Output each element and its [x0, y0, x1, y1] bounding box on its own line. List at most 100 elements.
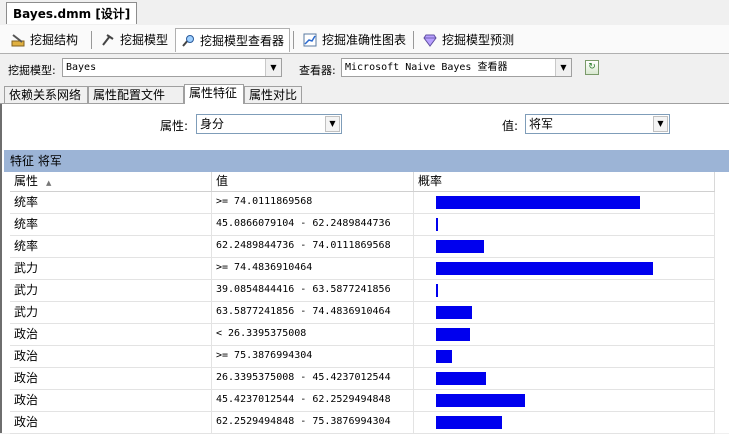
subtab-attribute-profiles[interactable]: 属性配置文件 [88, 86, 184, 103]
prediction-gem-icon [423, 34, 437, 47]
row-attribute: 政治 [10, 324, 212, 345]
row-attribute: 政治 [10, 368, 212, 389]
chevron-down-icon: ▼ [653, 116, 668, 132]
table-row[interactable]: 武力 63.5877241856 - 74.4836910464 [10, 302, 715, 324]
probability-bar [436, 240, 484, 253]
probability-bar [436, 416, 502, 429]
row-attribute: 统率 [10, 214, 212, 235]
row-value: 63.5877241856 - 74.4836910464 [212, 302, 414, 323]
row-probability [414, 368, 715, 389]
row-probability [414, 236, 715, 257]
table-row[interactable]: 统率 45.0866079104 - 62.2489844736 [10, 214, 715, 236]
table-row[interactable]: 政治 45.4237012544 - 62.2529494848 [10, 390, 715, 412]
characteristics-header: 特征 将军 [4, 150, 729, 172]
probability-bar [436, 394, 525, 407]
row-probability [414, 390, 715, 411]
tab-label: 挖掘模型 [120, 33, 169, 47]
characteristics-pane: 属性: 身分 ▼ 值: 将军 ▼ 特征 将军 属性 ▲ 值 概率 统率 >= 74.… [0, 104, 729, 434]
tab-accuracy-chart[interactable]: 挖掘准确性图表 [293, 28, 413, 52]
tab-mining-model-viewer[interactable]: 挖掘模型查看器 [175, 28, 290, 52]
attribute-select[interactable]: 身分 ▼ [196, 114, 342, 134]
viewer-select[interactable]: Microsoft Naive Bayes 查看器 ▼ [341, 58, 572, 77]
table-row[interactable]: 武力 >= 74.4836910464 [10, 258, 715, 280]
tab-label: 挖掘模型查看器 [200, 34, 285, 48]
table-row[interactable]: 政治 < 26.3395375008 [10, 324, 715, 346]
row-value: 62.2529494848 - 75.3876994304 [212, 412, 414, 433]
row-attribute: 武力 [10, 258, 212, 279]
value-select[interactable]: 将军 ▼ [525, 114, 670, 134]
probability-bar [436, 262, 653, 275]
designer-tab-bar: 挖掘结构 挖掘模型 挖掘模型查看器 挖掘准确性图表 挖掘模型预测 [0, 25, 729, 54]
subtab-attribute-characteristics[interactable]: 属性特征 [184, 84, 244, 104]
column-header-value[interactable]: 值 [212, 172, 414, 191]
probability-bar [436, 196, 640, 209]
column-header-label: 属性 [14, 174, 39, 188]
probability-bar [436, 372, 486, 385]
row-value: >= 74.0111869568 [212, 192, 414, 213]
table-row[interactable]: 统率 >= 74.0111869568 [10, 192, 715, 214]
row-attribute: 政治 [10, 346, 212, 367]
row-attribute: 统率 [10, 236, 212, 257]
subtab-dependency-network[interactable]: 依赖关系网络 [4, 86, 88, 103]
tab-label: 挖掘模型预测 [442, 33, 515, 47]
row-value: 62.2489844736 - 74.0111869568 [212, 236, 414, 257]
row-value: >= 75.3876994304 [212, 346, 414, 367]
row-value: 39.0854844416 - 63.5877241856 [212, 280, 414, 301]
viewer-sub-tab-bar: 依赖关系网络 属性配置文件 属性特征 属性对比 [0, 84, 729, 104]
row-probability [414, 192, 715, 213]
row-attribute: 政治 [10, 412, 212, 433]
row-attribute: 政治 [10, 390, 212, 411]
probability-bar [436, 328, 470, 341]
grid-body: 统率 >= 74.0111869568 统率 45.0866079104 - 62.2… [10, 192, 715, 434]
mining-model-select[interactable]: Bayes ▼ [62, 58, 282, 77]
table-row[interactable]: 政治 >= 75.3876994304 [10, 346, 715, 368]
row-probability [414, 302, 715, 323]
row-probability [414, 280, 715, 301]
value-filter-label: 值: [502, 119, 519, 133]
mining-model-value: Bayes [66, 62, 97, 73]
probability-bar [436, 306, 472, 319]
document-tab-strip: Bayes.dmm [设计] [0, 0, 729, 26]
mining-structure-icon [11, 34, 25, 47]
mining-model-label: 挖掘模型: [8, 64, 56, 77]
row-value: 45.4237012544 - 62.2529494848 [212, 390, 414, 411]
attribute-value: 身分 [200, 117, 225, 131]
table-row[interactable]: 武力 39.0854844416 - 63.5877241856 [10, 280, 715, 302]
row-probability [414, 214, 715, 235]
subtab-attribute-discrimination[interactable]: 属性对比 [244, 86, 302, 103]
grid-header: 属性 ▲ 值 概率 [10, 172, 715, 192]
row-probability [414, 412, 715, 433]
row-attribute: 统率 [10, 192, 212, 213]
table-row[interactable]: 政治 62.2529494848 - 75.3876994304 [10, 412, 715, 434]
row-value: 45.0866079104 - 62.2489844736 [212, 214, 414, 235]
table-row[interactable]: 政治 26.3395375008 - 45.4237012544 [10, 368, 715, 390]
row-value: >= 74.4836910464 [212, 258, 414, 279]
viewer-value: Microsoft Naive Bayes 查看器 [345, 62, 508, 73]
row-attribute: 武力 [10, 302, 212, 323]
value-value: 将军 [529, 117, 554, 131]
viewer-label: 查看器: [299, 64, 336, 77]
table-row[interactable]: 统率 62.2489844736 - 74.0111869568 [10, 236, 715, 258]
probability-bar [436, 218, 438, 231]
characteristics-grid: 属性 ▲ 值 概率 统率 >= 74.0111869568 统率 45.08660791… [10, 172, 715, 434]
row-probability [414, 346, 715, 367]
column-header-probability[interactable]: 概率 [414, 172, 715, 191]
mining-viewer-icon [182, 35, 194, 47]
tab-mining-model[interactable]: 挖掘模型 [91, 28, 174, 52]
tab-label: 挖掘结构 [30, 33, 79, 47]
row-attribute: 武力 [10, 280, 212, 301]
row-probability [414, 258, 715, 279]
chevron-down-icon: ▼ [555, 59, 571, 76]
tab-mining-structure[interactable]: 挖掘结构 [6, 28, 90, 52]
sort-ascending-icon: ▲ [46, 179, 52, 187]
mining-model-icon [102, 34, 114, 46]
refresh-icon[interactable]: ↻ [585, 60, 599, 75]
column-header-attribute[interactable]: 属性 ▲ [10, 172, 212, 191]
chevron-down-icon: ▼ [325, 116, 340, 132]
document-tab[interactable]: Bayes.dmm [设计] [6, 2, 138, 24]
tab-mining-prediction[interactable]: 挖掘模型预测 [413, 28, 518, 52]
viewer-toolbar: 挖掘模型: Bayes ▼ 查看器: Microsoft Naive Bayes… [0, 54, 729, 84]
accuracy-chart-icon [303, 33, 317, 47]
row-value: < 26.3395375008 [212, 324, 414, 345]
row-probability [414, 324, 715, 345]
